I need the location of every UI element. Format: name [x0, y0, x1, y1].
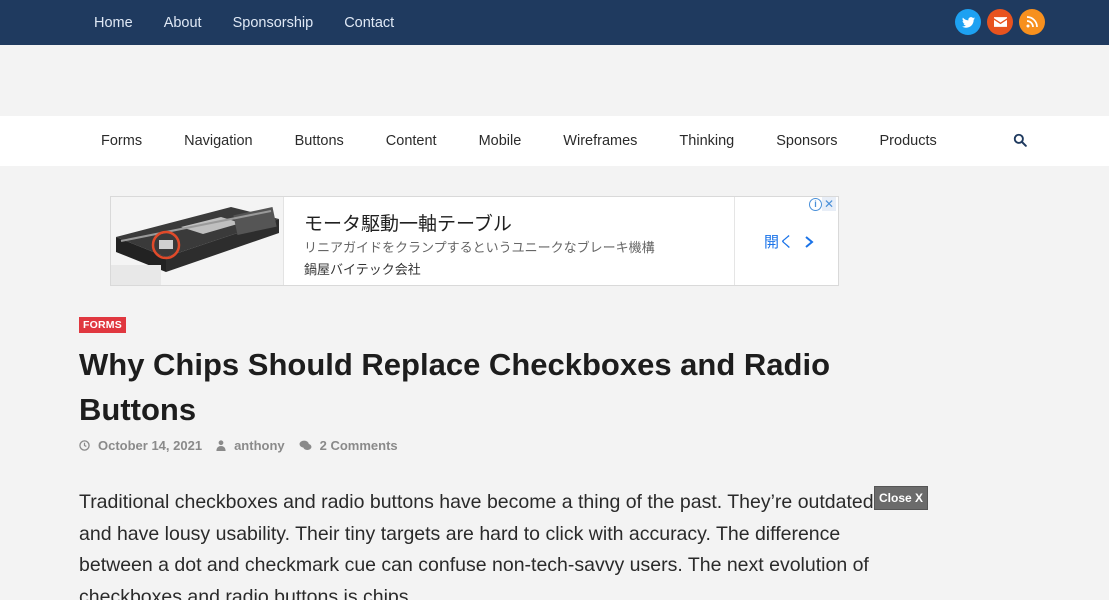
user-icon [216, 440, 226, 451]
main-nav: Forms Navigation Buttons Content Mobile … [0, 116, 1109, 166]
nav-item-products[interactable]: Products [880, 133, 937, 149]
top-nav-about[interactable]: About [164, 15, 202, 31]
nav-item-sponsors[interactable]: Sponsors [776, 133, 837, 149]
ad-company: 鍋屋バイテック会社 [304, 262, 421, 277]
ad-description: リニアガイドをクランプするというユニークなブレーキ機構 [304, 240, 655, 255]
social-links [949, 9, 1045, 35]
ad-banner[interactable]: モータ駆動一軸テーブル リニアガイドをクランプするというユニークなブレーキ機構 … [110, 196, 839, 286]
ad-product-image[interactable] [111, 197, 284, 285]
main-nav-items: Forms Navigation Buttons Content Mobile … [101, 116, 979, 166]
top-bar: Home About Sponsorship Contact [0, 0, 1109, 45]
nav-item-content[interactable]: Content [386, 133, 437, 149]
ad-title[interactable]: モータ駆動一軸テーブル [304, 209, 512, 236]
meta-comments-link[interactable]: 2 Comments [320, 438, 398, 453]
email-icon[interactable] [987, 9, 1013, 35]
nav-item-wireframes[interactable]: Wireframes [563, 133, 637, 149]
nav-item-thinking[interactable]: Thinking [679, 133, 734, 149]
clock-icon [79, 440, 90, 451]
ad-close-icon[interactable]: ✕ [822, 197, 836, 211]
rss-icon[interactable] [1019, 9, 1045, 35]
top-nav: Home About Sponsorship Contact [94, 0, 425, 45]
nav-item-buttons[interactable]: Buttons [295, 133, 344, 149]
article-meta: October 14, 2021 anthony 2 Comments [79, 438, 412, 453]
ad-info-icon[interactable]: i [809, 198, 822, 211]
close-overlay-button[interactable]: Close X [874, 486, 929, 510]
nav-item-mobile[interactable]: Mobile [479, 133, 522, 149]
category-badge[interactable]: FORMS [79, 317, 126, 333]
twitter-icon[interactable] [955, 9, 981, 35]
meta-author: anthony [216, 438, 285, 453]
article-body: Traditional checkboxes and radio buttons… [79, 491, 874, 600]
top-nav-contact[interactable]: Contact [344, 15, 394, 31]
ad-open-label: 開く [764, 234, 795, 251]
top-nav-sponsorship[interactable]: Sponsorship [233, 15, 314, 31]
meta-date-text: October 14, 2021 [98, 438, 203, 453]
top-nav-home[interactable]: Home [94, 15, 133, 31]
comments-icon [299, 440, 312, 450]
search-icon[interactable] [1013, 133, 1029, 149]
nav-item-navigation[interactable]: Navigation [184, 133, 253, 149]
ad-divider [734, 197, 735, 285]
ad-open-button[interactable]: 開く [764, 231, 816, 252]
meta-date: October 14, 2021 [79, 438, 202, 453]
article-title: Why Chips Should Replace Checkboxes and … [79, 347, 831, 427]
meta-comments: 2 Comments [299, 438, 398, 453]
nav-item-forms[interactable]: Forms [101, 133, 142, 149]
chevron-right-icon [805, 235, 814, 248]
meta-author-link[interactable]: anthony [234, 438, 285, 453]
